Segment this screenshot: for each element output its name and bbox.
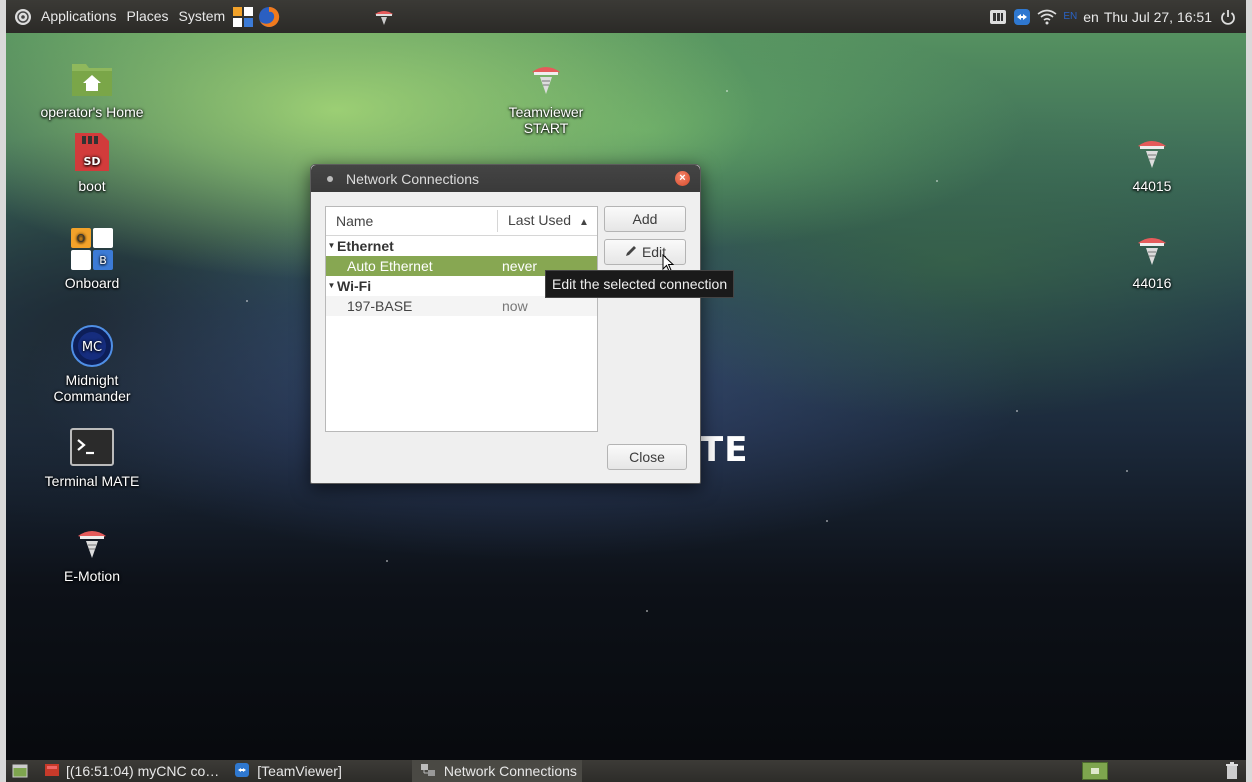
onboard-keyboard-icon: OB	[70, 227, 114, 271]
desktop-icon-onboard[interactable]: OB Onboard	[32, 227, 152, 291]
desktop-icon-label: Onboard	[64, 275, 120, 291]
desktop-icon-terminal[interactable]: Terminal MATE	[32, 425, 152, 489]
star	[936, 180, 938, 182]
midnight-commander-icon: MC	[70, 324, 114, 368]
bottom-panel: [(16:51:04) myCNC co… [TeamViewer] Netwo…	[6, 760, 1246, 782]
desktop-icon-label: E-Motion	[63, 568, 121, 584]
close-button[interactable]: Close	[607, 444, 687, 470]
close-window-icon[interactable]: ×	[675, 171, 690, 186]
terminal-icon	[70, 425, 114, 469]
dialog-title: Network Connections	[346, 170, 480, 187]
desktop-icon-44016[interactable]: 44016	[1092, 227, 1212, 291]
desktop-icon-label: Terminal MATE	[44, 473, 140, 489]
menu-places[interactable]: Places	[122, 0, 174, 33]
expander-down-icon[interactable]: ▼	[326, 276, 337, 296]
control-center-icon[interactable]	[232, 6, 254, 28]
star	[726, 90, 728, 92]
list-header: Name Last Used ▲	[326, 207, 597, 236]
desktop-icon-label: operator's Home	[40, 104, 144, 120]
star	[1016, 410, 1018, 412]
sd-card-icon: SD	[70, 130, 114, 174]
power-icon[interactable]	[1220, 9, 1236, 25]
connection-name: 197-BASE	[347, 298, 413, 314]
star	[386, 560, 388, 562]
desktop-icon-emotion[interactable]: E-Motion	[32, 520, 152, 584]
group-row-ethernet[interactable]: ▼ Ethernet	[326, 236, 597, 256]
teamviewer-tray-icon[interactable]	[1013, 8, 1031, 26]
star	[1126, 470, 1128, 472]
workspace-switcher-icon[interactable]	[1082, 762, 1108, 780]
indicator-icon[interactable]	[989, 9, 1007, 25]
mycnc-icon	[44, 762, 60, 781]
teamviewer-launcher-icon[interactable]	[372, 5, 396, 29]
expander-down-icon[interactable]: ▼	[326, 236, 337, 256]
wifi-icon[interactable]	[1037, 9, 1057, 25]
column-header-last-used[interactable]: Last Used ▲	[498, 209, 589, 234]
star	[246, 300, 248, 302]
add-button-label: Add	[632, 211, 658, 227]
teamviewer-icon	[1130, 130, 1174, 174]
desktop-icon-boot[interactable]: SD boot	[32, 130, 152, 194]
edit-tooltip: Edit the selected connection	[545, 270, 735, 298]
keyboard-layout-indicator[interactable]: EN	[1063, 11, 1077, 22]
window-menu-icon[interactable]	[327, 175, 333, 182]
desktop-icon-label: 44015	[1132, 178, 1172, 194]
menu-applications[interactable]: Applications	[36, 0, 122, 33]
dialog-titlebar[interactable]: Network Connections ×	[311, 165, 700, 192]
desktop-icon-label: Midnight Commander	[53, 372, 131, 404]
connection-last-used: now	[502, 298, 528, 314]
desktop-icon-44015[interactable]: 44015	[1092, 130, 1212, 194]
show-desktop-icon[interactable]	[12, 764, 28, 778]
teamviewer-icon	[70, 520, 114, 564]
taskbar-item-teamviewer[interactable]: [TeamViewer]	[227, 760, 350, 782]
network-connections-dialog: Network Connections × Name Last Used ▲ ▼…	[310, 164, 701, 484]
desktop-icon-label: boot	[78, 178, 106, 194]
taskbar-item-label: [TeamViewer]	[257, 763, 342, 779]
column-header-name[interactable]: Name	[326, 210, 498, 232]
taskbar-item-mycnc[interactable]: [(16:51:04) myCNC co…	[36, 760, 227, 782]
add-button[interactable]: Add	[604, 206, 686, 232]
network-icon	[420, 763, 436, 780]
connection-last-used: never	[502, 258, 538, 274]
clock[interactable]: Thu Jul 27, 16:51	[1104, 9, 1212, 25]
svg-text:B: B	[99, 254, 107, 267]
connection-list[interactable]: Name Last Used ▲ ▼ Ethernet Auto Etherne…	[325, 206, 598, 432]
firefox-icon[interactable]	[258, 6, 280, 28]
group-label: Ethernet	[337, 238, 394, 254]
taskbar-item-label: [(16:51:04) myCNC co…	[66, 763, 220, 779]
sort-ascending-icon: ▲	[578, 216, 589, 228]
teamviewer-icon	[524, 56, 568, 100]
svg-text:O: O	[77, 232, 86, 245]
desktop-icon-label: 44016	[1132, 275, 1172, 291]
star	[826, 520, 828, 522]
taskbar-item-label: Network Connections	[443, 763, 577, 779]
home-folder-icon	[70, 56, 114, 100]
column-header-last-used-label: Last Used	[508, 211, 572, 228]
connection-row-197-base[interactable]: 197-BASE now	[326, 296, 597, 316]
screen-border-right	[1246, 0, 1252, 782]
svg-text:MC: MC	[82, 340, 102, 355]
close-button-label: Close	[629, 449, 665, 465]
desktop-icon-label: Teamviewer START	[508, 104, 584, 136]
top-panel: Applications Places System EN en Thu Jul…	[6, 0, 1246, 33]
mate-logo-icon[interactable]	[14, 8, 32, 26]
pencil-icon	[624, 244, 638, 261]
trash-icon[interactable]	[1224, 762, 1240, 780]
menu-system[interactable]: System	[174, 0, 231, 33]
wallpaper-logo-text: TE	[700, 430, 749, 470]
teamviewer-icon	[1130, 227, 1174, 271]
column-header-name-label: Name	[336, 213, 374, 229]
teamviewer-tray-icon	[235, 762, 250, 780]
desktop-icon-midnight-commander[interactable]: MC Midnight Commander	[32, 324, 152, 404]
star	[646, 610, 648, 612]
connection-name: Auto Ethernet	[347, 258, 433, 274]
group-label: Wi-Fi	[337, 278, 372, 294]
svg-text:SD: SD	[83, 155, 100, 168]
taskbar-item-network-connections[interactable]: Network Connections	[411, 760, 582, 782]
desktop-icon-teamviewer-start[interactable]: Teamviewer START	[486, 56, 606, 136]
language-indicator[interactable]: en	[1083, 9, 1099, 25]
desktop-icon-home[interactable]: operator's Home	[32, 56, 152, 120]
